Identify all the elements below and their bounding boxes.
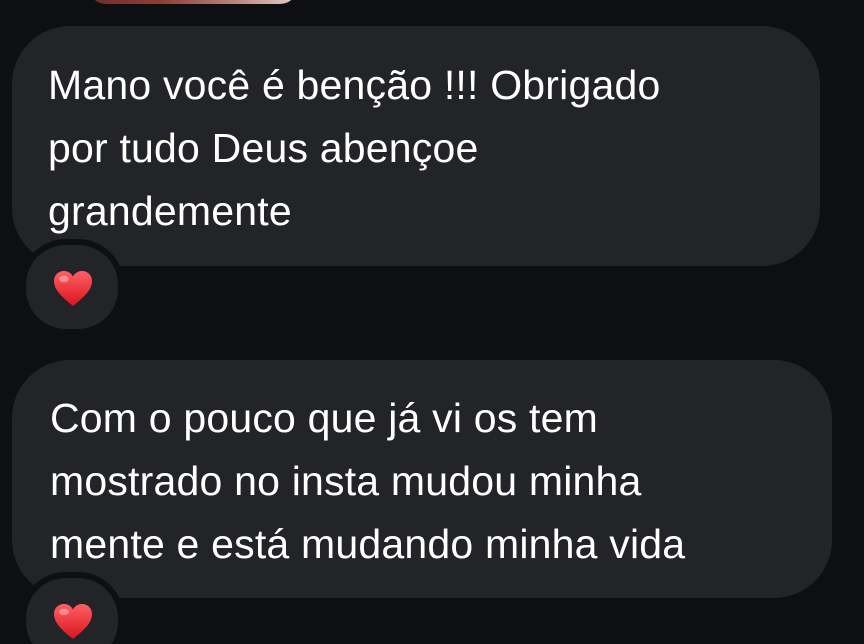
message-bubble[interactable]: Com o pouco que já vi os tem mostrado no… (12, 360, 832, 598)
reaction-badge[interactable] (20, 239, 124, 335)
message-text: Com o pouco que já vi os tem mostrado no… (50, 395, 686, 567)
chat-screen: Mano você é benção !!! Obrigado por tudo… (0, 0, 864, 644)
message-bubble[interactable]: Mano você é benção !!! Obrigado por tudo… (12, 26, 820, 266)
message-text: Mano você é benção !!! Obrigado por tudo… (48, 62, 661, 234)
reaction-badge[interactable] (20, 572, 124, 644)
heart-icon (54, 271, 92, 306)
previous-image-fragment[interactable] (88, 0, 298, 4)
heart-icon (54, 604, 92, 639)
